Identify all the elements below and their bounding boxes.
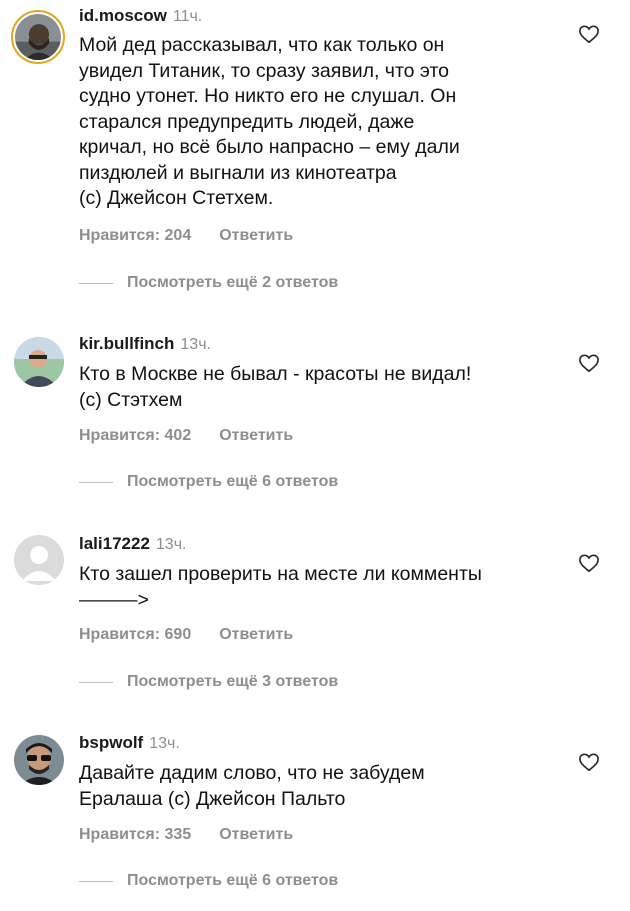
reply-button[interactable]: Ответить [219, 427, 293, 444]
reply-button[interactable]: Ответить [219, 626, 293, 643]
comment-text: Мой дед рассказывал, что как только он у… [79, 34, 460, 209]
avatar[interactable] [11, 10, 65, 64]
view-replies-label: Посмотреть ещё 6 ответов [127, 872, 339, 889]
likes-count[interactable]: Нравится: 204 [79, 227, 191, 244]
comment-header: id.moscow 11ч. [79, 6, 202, 26]
reply-button[interactable]: Ответить [219, 826, 293, 843]
replies-divider [79, 880, 113, 882]
view-replies-label: Посмотреть ещё 2 ответов [127, 274, 339, 291]
view-replies-button[interactable]: Посмотреть ещё 6 ответов [79, 872, 338, 890]
username[interactable]: bspwolf [79, 733, 143, 752]
view-replies-label: Посмотреть ещё 3 ответов [127, 673, 339, 690]
heart-outline-icon[interactable] [578, 24, 600, 44]
avatar[interactable] [14, 735, 64, 785]
heart-outline-icon[interactable] [578, 353, 600, 373]
likes-count[interactable]: Нравится: 402 [79, 427, 191, 444]
avatar[interactable] [14, 337, 64, 387]
reply-button[interactable]: Ответить [219, 227, 293, 244]
replies-divider [79, 481, 113, 483]
heart-outline-icon[interactable] [578, 553, 600, 573]
timestamp: 11ч. [172, 8, 203, 25]
comment-header: kir.bullfinch 13ч. [79, 334, 211, 354]
comment-actions: Нравится: 204 Ответить [79, 227, 293, 245]
comment-text: Кто в Москве не бывал - красоты не видал… [79, 363, 472, 411]
username[interactable]: id.moscow [79, 6, 167, 25]
view-replies-button[interactable]: Посмотреть ещё 3 ответов [79, 673, 338, 691]
comment-actions: Нравится: 335 Ответить [79, 826, 293, 844]
likes-count[interactable]: Нравится: 690 [79, 626, 191, 643]
comment-actions: Нравится: 402 Ответить [79, 427, 293, 445]
heart-outline-icon[interactable] [578, 752, 600, 772]
view-replies-button[interactable]: Посмотреть ещё 6 ответов [79, 473, 338, 491]
view-replies-button[interactable]: Посмотреть ещё 2 ответов [79, 274, 338, 292]
username[interactable]: kir.bullfinch [79, 334, 174, 353]
replies-divider [79, 681, 113, 683]
comment-header: bspwolf 13ч. [79, 733, 180, 753]
comment-header: lali17222 13ч. [79, 534, 186, 554]
likes-count[interactable]: Нравится: 335 [79, 826, 191, 843]
avatar[interactable] [14, 535, 64, 585]
timestamp: 13ч. [149, 735, 180, 752]
view-replies-label: Посмотреть ещё 6 ответов [127, 473, 339, 490]
comment-text: Кто зашел проверить на месте ли комменты… [79, 563, 482, 611]
comment-actions: Нравится: 690 Ответить [79, 626, 293, 644]
timestamp: 13ч. [180, 336, 211, 353]
timestamp: 13ч. [155, 536, 187, 553]
replies-divider [79, 282, 113, 284]
comment-text: Давайте дадим слово, что не забудем Ерал… [79, 762, 425, 810]
username[interactable]: lali17222 [79, 534, 150, 553]
